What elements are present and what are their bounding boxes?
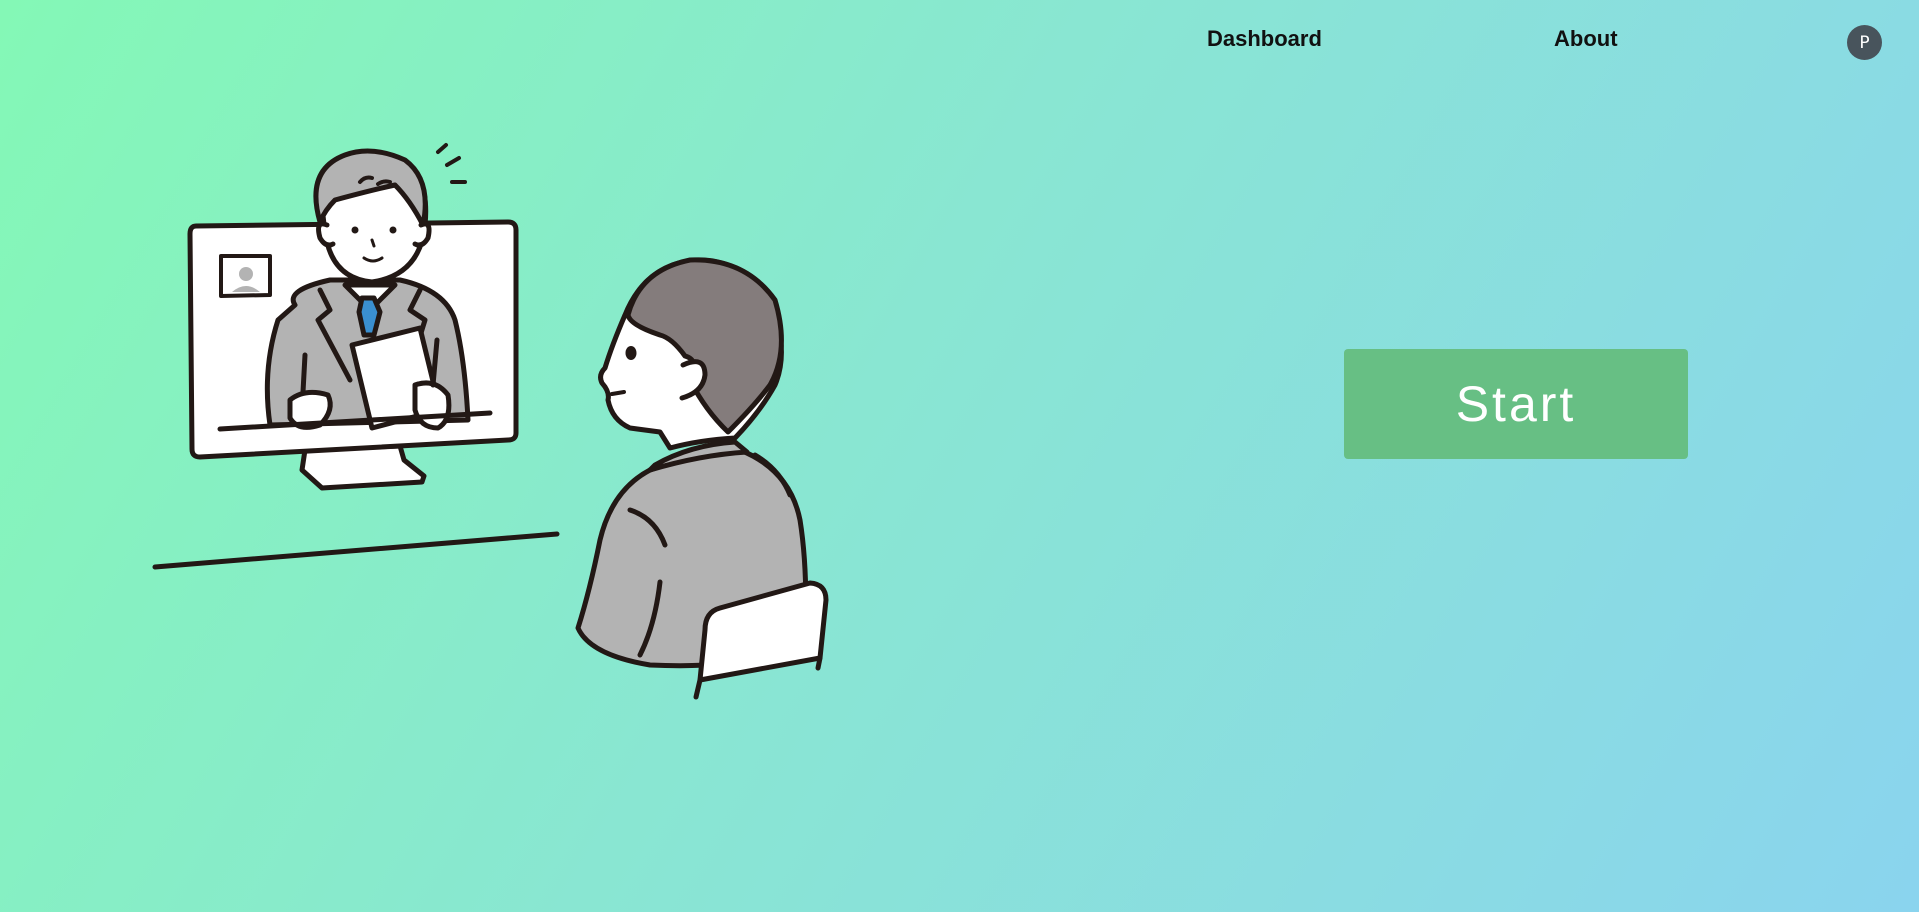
top-navigation: Dashboard About P [0,0,1919,80]
avatar[interactable]: P [1847,25,1882,60]
start-button[interactable]: Start [1344,349,1688,459]
nav-link-dashboard[interactable]: Dashboard [1207,26,1322,52]
nav-link-about[interactable]: About [1554,26,1618,52]
desk-line [152,531,560,570]
video-interview-icon [152,143,829,700]
tie-icon [356,295,383,338]
avatar-initial: P [1859,32,1870,53]
video-interview-illustration [140,130,840,710]
